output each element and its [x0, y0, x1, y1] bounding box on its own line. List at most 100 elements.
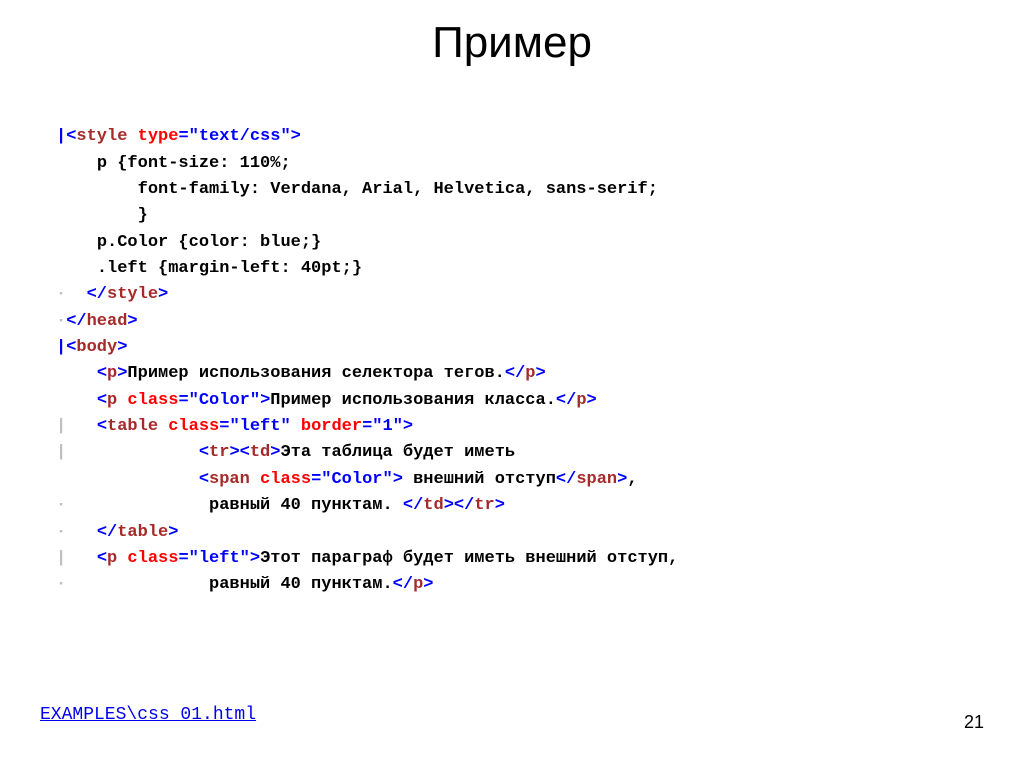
code-token — [158, 417, 168, 436]
indent-guide — [56, 364, 97, 383]
code-token: </ — [87, 285, 107, 304]
code-token: </ — [66, 312, 86, 331]
indent-guide: | — [56, 443, 199, 462]
code-token: > — [617, 470, 627, 489]
code-token: |< — [56, 338, 76, 357]
indent-guide: · — [56, 312, 66, 331]
code-token: table — [117, 523, 168, 542]
code-token: "left" — [189, 549, 250, 568]
indent-guide — [56, 391, 97, 410]
code-token: < — [97, 417, 107, 436]
code-token: > — [393, 470, 403, 489]
code-token: > — [495, 496, 505, 515]
code-token: > — [423, 575, 433, 594]
indent-guide: · — [56, 496, 199, 515]
indent-guide: · — [56, 575, 199, 594]
code-token: = — [219, 417, 229, 436]
code-token: "Color" — [189, 391, 260, 410]
code-token: > — [260, 391, 270, 410]
code-token: = — [178, 549, 188, 568]
code-token: head — [87, 312, 128, 331]
code-token: style — [76, 127, 127, 146]
code-text: равный 40 пунктам. — [199, 575, 393, 594]
code-token: p — [107, 391, 117, 410]
code-text: } — [138, 206, 148, 225]
code-token: border — [301, 417, 362, 436]
code-token: > — [444, 496, 454, 515]
code-token: = — [178, 391, 188, 410]
code-token: tr — [209, 443, 229, 462]
footer-link[interactable]: EXAMPLES\css_01.html — [40, 705, 256, 725]
code-token: </ — [454, 496, 474, 515]
code-token: class — [127, 391, 178, 410]
code-token: p — [576, 391, 586, 410]
code-token: p — [107, 364, 117, 383]
code-token: "Color" — [321, 470, 392, 489]
code-token: td — [250, 443, 270, 462]
code-token: p — [525, 364, 535, 383]
code-token: > — [117, 338, 127, 357]
code-token: </ — [403, 496, 423, 515]
code-text: внешний отступ — [403, 470, 556, 489]
code-token: > — [270, 443, 280, 462]
code-token: < — [240, 443, 250, 462]
code-token: "left" — [229, 417, 290, 436]
code-token: body — [76, 338, 117, 357]
code-token: = — [362, 417, 372, 436]
slide-title: Пример — [0, 0, 1024, 98]
indent-guide — [56, 206, 138, 225]
code-token: "1" — [372, 417, 403, 436]
code-text: Эта таблица будет иметь — [280, 443, 515, 462]
code-token: td — [423, 496, 443, 515]
indent-guide — [56, 259, 97, 278]
code-token: table — [107, 417, 158, 436]
code-token: style — [107, 285, 158, 304]
indent-guide: · — [56, 285, 87, 304]
code-block: |<style type="text/css"> p {font-size: 1… — [0, 98, 1024, 599]
code-token: > — [117, 364, 127, 383]
code-token: p — [107, 549, 117, 568]
code-token: = — [311, 470, 321, 489]
code-token: > — [229, 443, 239, 462]
page-number: 21 — [964, 712, 984, 733]
indent-guide — [56, 233, 97, 252]
code-token: </ — [393, 575, 413, 594]
code-text: p.Color {color: blue;} — [97, 233, 321, 252]
indent-guide — [56, 154, 97, 173]
code-token: > — [403, 417, 413, 436]
code-text: p {font-size: 110%; — [97, 154, 291, 173]
code-token: > — [291, 127, 301, 146]
code-token — [127, 127, 137, 146]
code-token: |< — [56, 127, 76, 146]
code-text: , — [627, 470, 637, 489]
code-token: < — [199, 470, 209, 489]
code-token: type — [138, 127, 179, 146]
code-token: < — [97, 364, 107, 383]
code-token — [250, 470, 260, 489]
code-token: tr — [474, 496, 494, 515]
code-token: < — [199, 443, 209, 462]
indent-guide — [56, 180, 138, 199]
code-token: > — [168, 523, 178, 542]
code-token: class — [168, 417, 219, 436]
code-token: > — [127, 312, 137, 331]
code-token: < — [97, 391, 107, 410]
code-text: .left {margin-left: 40pt;} — [97, 259, 362, 278]
code-token — [117, 549, 127, 568]
code-text: font-family: Verdana, Arial, Helvetica, … — [138, 180, 658, 199]
code-token: "text/css" — [189, 127, 291, 146]
code-token: < — [97, 549, 107, 568]
indent-guide: · — [56, 523, 97, 542]
code-token: > — [250, 549, 260, 568]
indent-guide — [56, 470, 199, 489]
code-token: > — [536, 364, 546, 383]
code-token: </ — [97, 523, 117, 542]
code-token: </ — [556, 391, 576, 410]
code-text: Этот параграф будет иметь внешний отступ… — [260, 549, 678, 568]
code-token: class — [127, 549, 178, 568]
indent-guide: | — [56, 417, 97, 436]
code-text: Пример использования класса. — [270, 391, 556, 410]
code-token: class — [260, 470, 311, 489]
code-token: </ — [556, 470, 576, 489]
slide: Пример |<style type="text/css"> p {font-… — [0, 0, 1024, 767]
